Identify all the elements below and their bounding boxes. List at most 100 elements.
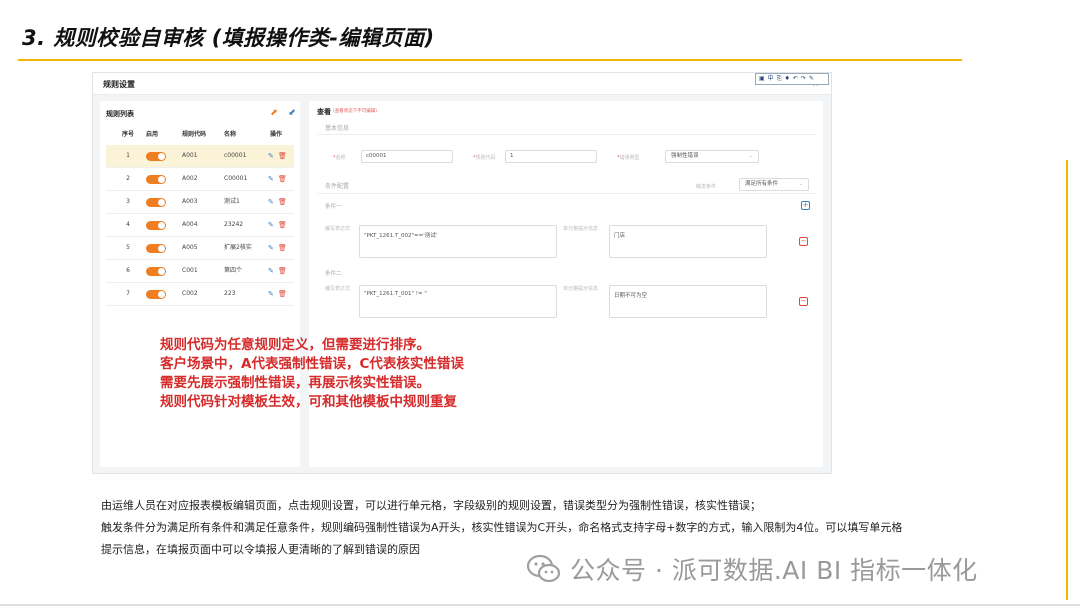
trigger-value: 满足所有条件 <box>745 181 779 187</box>
header-enabled: 启用 <box>146 131 159 138</box>
delete-icon[interactable]: 🗑 <box>278 237 287 259</box>
condition-2-formula[interactable]: "PKT_1261.T_001" != " <box>359 285 557 318</box>
enable-toggle[interactable] <box>146 244 166 253</box>
edit-icon[interactable]: ✎ <box>268 168 274 190</box>
delete-icon[interactable]: 🗑 <box>278 260 287 282</box>
copy-icon[interactable]: ⎘ <box>777 74 782 84</box>
trigger-select[interactable]: 满足所有条件 ⌄ <box>739 178 809 191</box>
annotation-line: 客户场景中，A代表强制性错误，C代表核实性错误 <box>160 356 464 372</box>
delete-icon[interactable]: 🗑 <box>278 283 287 305</box>
condition-1-tip[interactable]: 门店 <box>609 225 767 258</box>
error-type-value: 强制性错误 <box>671 153 699 159</box>
chevron-down-icon: ⌄ <box>748 153 753 159</box>
delete-icon[interactable]: 🗑 <box>278 168 287 190</box>
enable-toggle[interactable] <box>146 290 166 299</box>
split-icon[interactable]: 中 <box>768 74 774 84</box>
section-divider <box>317 193 815 194</box>
code-field[interactable]: 1 <box>505 150 597 163</box>
annotation-line: 规则代码为任意规则定义，但需要进行排序。 <box>160 337 430 353</box>
edit-icon[interactable]: ✎ <box>268 237 274 259</box>
edit-icon[interactable]: ✎ <box>268 283 274 305</box>
import-icon[interactable]: ⬋ <box>286 107 298 119</box>
edit-icon[interactable]: ✎ <box>268 191 274 213</box>
delete-icon[interactable]: 🗑 <box>278 191 287 213</box>
row-code: A004 <box>182 221 198 228</box>
tip-label: 单元格提示信息 <box>563 226 599 232</box>
header-no: 序号 <box>121 131 134 138</box>
formula-label: 编写表达式 <box>325 226 351 232</box>
table-row[interactable]: 2 A002 C00001 ✎ 🗑 <box>106 168 294 191</box>
row-code: C002 <box>182 290 198 297</box>
row-name: 223 <box>224 290 236 297</box>
row-no: 4 <box>126 221 130 228</box>
code-label: *规则代码 <box>473 155 496 161</box>
rule-table-header: 序号 启用 规则代码 名称 操作 <box>106 129 294 141</box>
undo-icon[interactable]: ↶ <box>793 74 798 84</box>
title-underline <box>18 59 962 61</box>
enable-toggle[interactable] <box>146 152 166 161</box>
window-title: 规则设置 <box>103 80 135 89</box>
annotation-line: 规则代码针对模板生效，可和其他模板中规则重复 <box>160 394 457 410</box>
rule-list-panel: 规则列表 ⬈ ⬋ 序号 启用 规则代码 名称 操作 1 A001 c00001 … <box>100 101 300 467</box>
table-row[interactable]: 6 C001 第四个 ✎ 🗑 <box>106 260 294 283</box>
row-code: A003 <box>182 198 198 205</box>
error-type-select[interactable]: 强制性错误 ⌄ <box>665 150 759 163</box>
redo-icon[interactable]: ↷ <box>801 74 806 84</box>
table-row[interactable]: 1 A001 c00001 ✎ 🗑 <box>106 145 294 168</box>
detail-title: 查看 <box>317 108 331 116</box>
condition-2-title: 条件二 <box>325 271 342 277</box>
export-icon[interactable]: ⬈ <box>268 107 280 119</box>
table-row[interactable]: 7 C002 223 ✎ 🗑 <box>106 283 294 306</box>
edit-icon[interactable]: ✎ <box>268 260 274 282</box>
annotation-line: 需要先展示强制性错误，再展示核实性错误。 <box>160 375 430 391</box>
delete-icon[interactable]: 🗑 <box>278 214 287 236</box>
row-name: C00001 <box>224 175 248 182</box>
header-op: 操作 <box>270 131 283 138</box>
name-field[interactable]: c00001 <box>361 150 453 163</box>
floating-toolbar: ▣ 中 ⎘ ♦ ↶ ↷ ✎ <box>755 73 829 85</box>
table-row[interactable]: 4 A004 23242 ✎ 🗑 <box>106 214 294 237</box>
section-divider <box>317 134 815 135</box>
window-header: 规则设置 × <box>93 73 831 95</box>
rule-list-title: 规则列表 <box>106 110 134 118</box>
tip-label: 单元格提示信息 <box>563 286 599 292</box>
pin-icon[interactable]: ✎ <box>809 74 814 84</box>
row-code: C001 <box>182 267 198 274</box>
row-no: 5 <box>126 244 130 251</box>
basic-info-label: 基本信息 <box>325 125 350 132</box>
watermark-text: 公众号 · 派可数据.AI BI 指标一体化 <box>570 556 978 585</box>
enable-toggle[interactable] <box>146 267 166 276</box>
table-row[interactable]: 5 A005 扩展2核实 ✎ 🗑 <box>106 237 294 260</box>
condition-2-tip[interactable]: 日期不可为空 <box>609 285 767 318</box>
condition-1-formula[interactable]: "PKT_1261.T_002"=='测试' <box>359 225 557 258</box>
description-line: 触发条件分为满足所有条件和满足任意条件，规则编码强制性错误为A开头，核实性错误为… <box>101 521 903 534</box>
bottom-divider <box>0 604 1080 606</box>
rule-detail-panel: 查看 (查看状态下不可编辑) 基本信息 *名称 c00001 *规则代码 1 *… <box>309 101 823 467</box>
enable-toggle[interactable] <box>146 175 166 184</box>
edit-icon[interactable]: ✎ <box>268 145 274 167</box>
delete-icon[interactable]: 🗑 <box>278 145 287 167</box>
row-code: A005 <box>182 244 198 251</box>
rule-settings-window: 规则设置 × ▣ 中 ⎘ ♦ ↶ ↷ ✎ 规则列表 ⬈ ⬋ 序号 启用 规则代码… <box>92 72 832 474</box>
row-name: 扩展2核实 <box>224 244 252 251</box>
description-line: 由运维人员在对应报表模板编辑页面，点击规则设置，可以进行单元格，字段级别的规则设… <box>101 499 761 512</box>
error-type-label: *错误类型 <box>617 155 640 161</box>
readonly-note: (查看状态下不可编辑) <box>333 109 378 114</box>
enable-toggle[interactable] <box>146 198 166 207</box>
add-condition-icon[interactable]: + <box>801 201 810 210</box>
header-name: 名称 <box>224 131 237 138</box>
row-name: c00001 <box>224 152 247 159</box>
tag-icon[interactable]: ♦ <box>785 74 790 84</box>
row-name: 测试1 <box>224 198 240 205</box>
wechat-icon <box>526 554 561 583</box>
row-no: 7 <box>126 290 130 297</box>
remove-condition-icon[interactable]: − <box>799 297 808 306</box>
table-row[interactable]: 3 A003 测试1 ✎ 🗑 <box>106 191 294 214</box>
enable-toggle[interactable] <box>146 221 166 230</box>
row-name: 第四个 <box>224 267 243 274</box>
row-code: A002 <box>182 175 198 182</box>
chevron-down-icon: ⌄ <box>798 181 803 187</box>
remove-condition-icon[interactable]: − <box>799 237 808 246</box>
document-icon[interactable]: ▣ <box>759 74 765 84</box>
edit-icon[interactable]: ✎ <box>268 214 274 236</box>
